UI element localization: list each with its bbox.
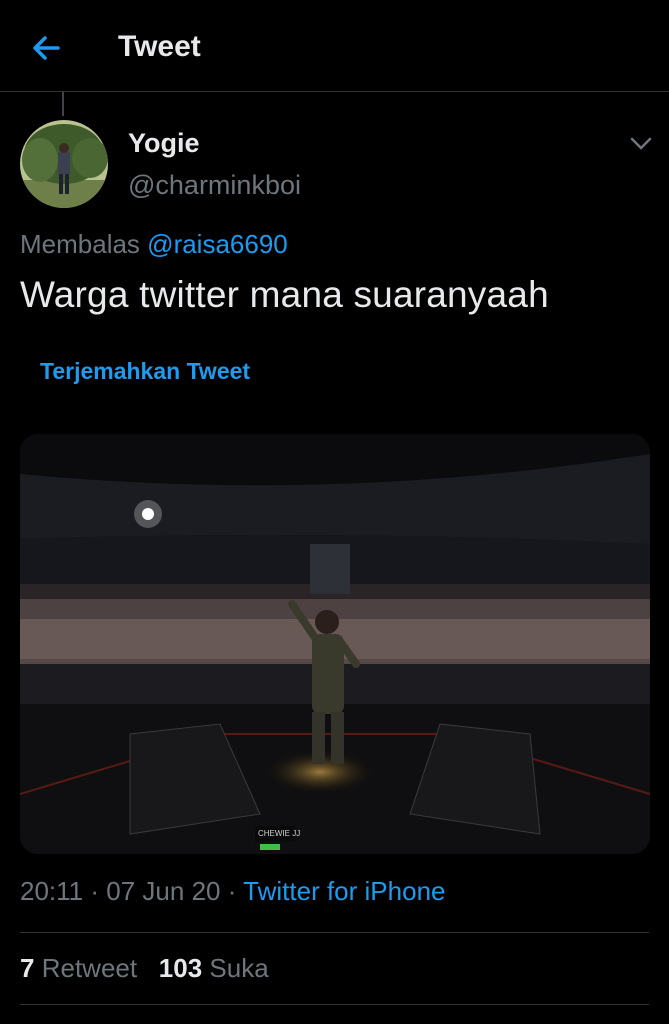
tweet-text: Warga twitter mana suaranyaah xyxy=(20,274,549,315)
divider xyxy=(20,1004,649,1005)
reply-context: Membalas @raisa6690 xyxy=(20,229,288,260)
translate-tweet-link[interactable]: Terjemahkan Tweet xyxy=(40,358,250,385)
likes-stat[interactable]: 103 Suka xyxy=(159,953,269,983)
tweet-media-image[interactable]: CHEWIE JJ xyxy=(20,434,650,854)
meta-separator: · xyxy=(227,876,237,906)
retweet-count: 7 xyxy=(20,953,35,983)
tweet-date: 07 Jun 20 xyxy=(106,876,221,906)
retweet-label: Retweet xyxy=(41,953,138,983)
top-bar: Tweet xyxy=(0,0,669,92)
author-handle[interactable]: @charminkboi xyxy=(128,170,301,201)
stage-banner-text: CHEWIE JJ xyxy=(258,829,300,838)
page-title: Tweet xyxy=(118,30,201,63)
arrow-left-icon[interactable] xyxy=(28,30,64,66)
tweet-time: 20:11 xyxy=(20,876,84,906)
thread-line xyxy=(62,92,64,116)
chevron-down-icon[interactable] xyxy=(628,134,654,154)
likes-count: 103 xyxy=(158,953,203,983)
tweet-meta: 20:11 · 07 Jun 20 · Twitter for iPhone xyxy=(20,876,445,907)
reply-mention-link[interactable]: @raisa6690 xyxy=(147,229,288,259)
likes-label: Suka xyxy=(209,953,269,983)
reply-prefix: Membalas xyxy=(20,229,140,259)
avatar[interactable] xyxy=(20,120,108,208)
author-name[interactable]: Yogie xyxy=(128,128,200,159)
retweet-stat[interactable]: 7 Retweet xyxy=(20,953,144,983)
concert-photo: CHEWIE JJ xyxy=(20,434,650,854)
tweet-client-link[interactable]: Twitter for iPhone xyxy=(243,876,445,906)
tweet-stats: 7 Retweet 103 Suka xyxy=(20,953,269,984)
divider xyxy=(20,932,649,933)
meta-separator: · xyxy=(90,876,100,906)
